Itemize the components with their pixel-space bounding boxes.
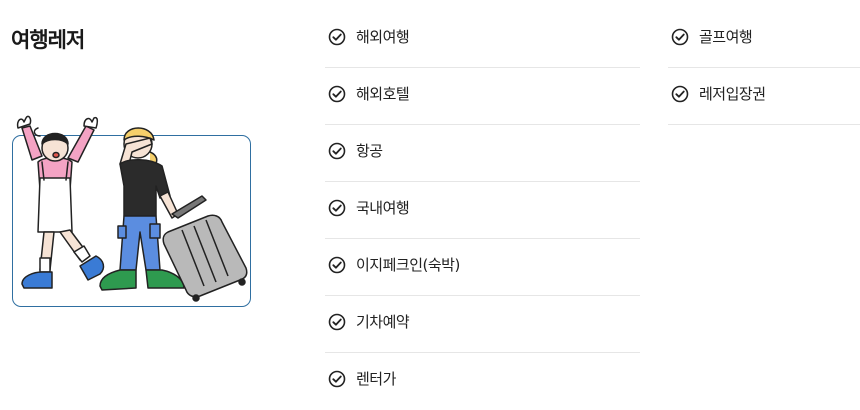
menu-item-golf-travel[interactable]: 골프여행: [668, 11, 860, 68]
menu-item-label: 해외호텔: [356, 85, 410, 103]
check-circle-icon: [671, 28, 689, 46]
check-circle-icon: [328, 256, 346, 274]
section-title: 여행레저: [11, 28, 85, 52]
menu-item-train-booking[interactable]: 기차예약: [325, 296, 640, 353]
menu-item-overseas-travel[interactable]: 해외여행: [325, 11, 640, 68]
menu-item-label: 항공: [356, 142, 383, 160]
menu-item-label: 해외여행: [356, 28, 410, 46]
menu-item-domestic-travel[interactable]: 국내여행: [325, 182, 640, 239]
menu-item-easy-checkin[interactable]: 이지페크인(숙박): [325, 239, 640, 296]
check-circle-icon: [328, 28, 346, 46]
menu-item-leisure-tickets[interactable]: 레저입장권: [668, 68, 860, 125]
menu-item-overseas-hotel[interactable]: 해외호텔: [325, 68, 640, 125]
menu-item-label: 국내여행: [356, 199, 410, 217]
menu-item-rent-a-car[interactable]: 렌터가: [325, 353, 640, 410]
menu-item-flight[interactable]: 항공: [325, 125, 640, 182]
menu-item-label: 기차예약: [356, 313, 410, 331]
menu-item-label: 렌터가: [356, 370, 396, 388]
menu-column-1: 해외여행 해외호텔 항공 국내여행 이지페크인(숙박) 기차예약 렌터가: [325, 11, 640, 410]
check-circle-icon: [328, 199, 346, 217]
travelers-illustration: [16, 115, 248, 302]
check-circle-icon: [328, 142, 346, 160]
menu-item-label: 레저입장권: [699, 85, 766, 103]
menu-item-label: 골프여행: [699, 28, 753, 46]
check-circle-icon: [328, 370, 346, 388]
check-circle-icon: [328, 313, 346, 331]
check-circle-icon: [671, 85, 689, 103]
menu-column-2: 골프여행 레저입장권: [668, 11, 860, 125]
menu-item-label: 이지페크인(숙박): [356, 256, 460, 274]
check-circle-icon: [328, 85, 346, 103]
